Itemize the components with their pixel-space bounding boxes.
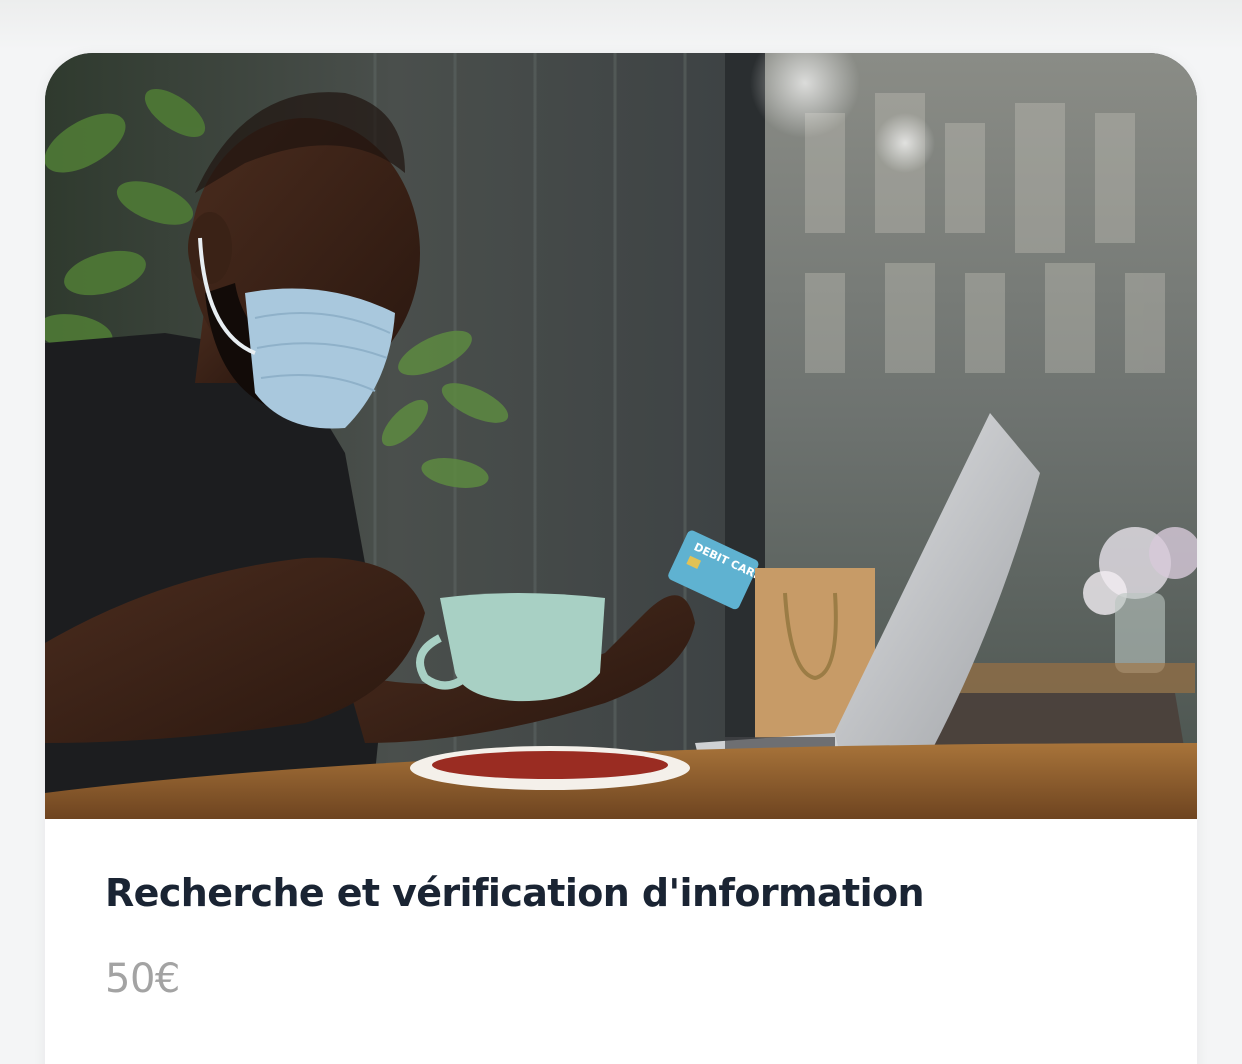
service-card[interactable]: DEBIT CARD Recherche et vérification d'i… <box>45 53 1197 1064</box>
page: DEBIT CARD Recherche et vérification d'i… <box>0 0 1242 1064</box>
service-title: Recherche et vérification d'information <box>105 871 925 915</box>
service-photo: DEBIT CARD <box>45 53 1197 819</box>
service-price: 50€ <box>105 956 180 1002</box>
service-image[interactable]: DEBIT CARD <box>45 53 1197 819</box>
